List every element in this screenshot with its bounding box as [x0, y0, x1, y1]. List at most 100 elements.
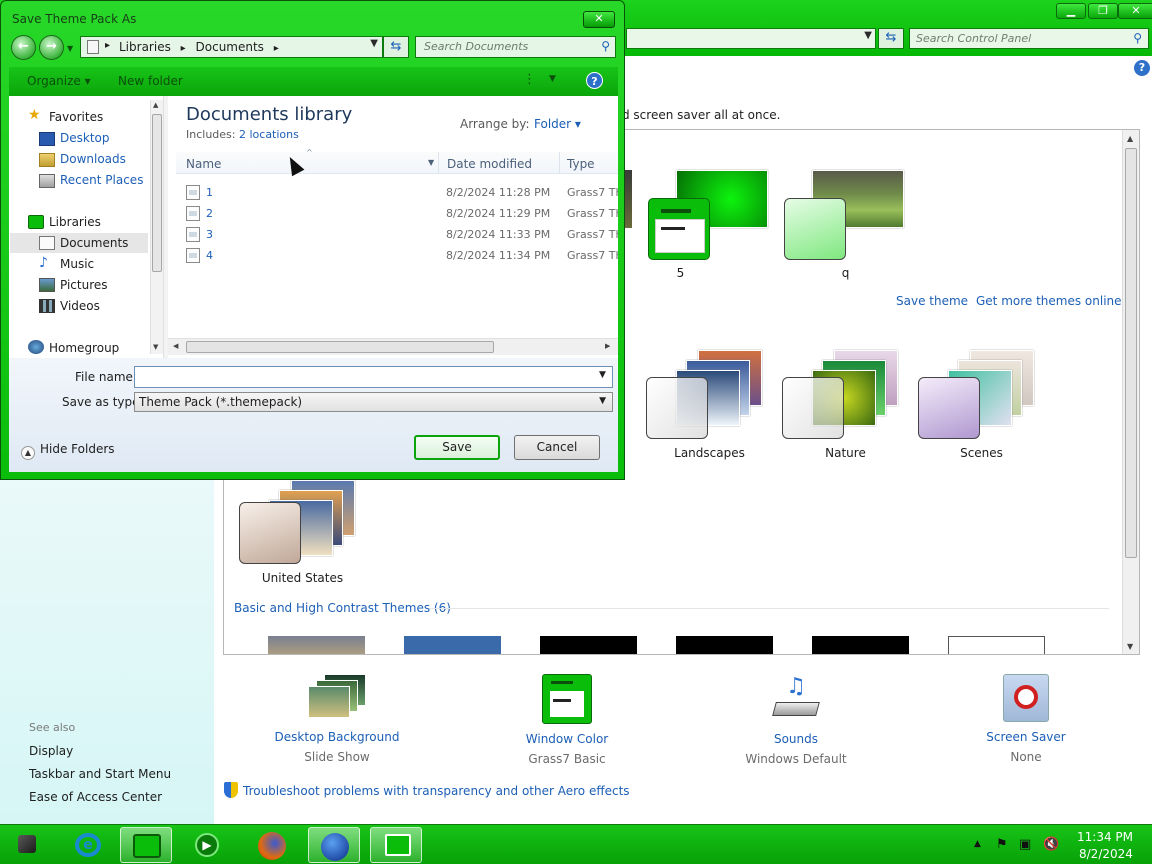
scroll-thumb[interactable]	[1125, 148, 1137, 558]
basic-theme[interactable]	[812, 636, 909, 654]
chevron-down-icon[interactable]: ▼	[599, 396, 606, 406]
internet-explorer-taskbar-button[interactable]: e	[62, 827, 114, 863]
breadcrumb-chevron-icon[interactable]: ▸	[181, 43, 186, 54]
file-row[interactable]: 3 8/2/2024 11:33 PM Grass7 Theme	[178, 224, 618, 244]
ease-of-access-link[interactable]: Ease of Access Center	[29, 790, 162, 804]
column-separator[interactable]	[438, 152, 439, 173]
scroll-left-icon[interactable]: ◀	[173, 342, 178, 350]
chevron-down-icon[interactable]: ▼	[428, 158, 434, 167]
new-folder-button[interactable]: New folder	[118, 74, 183, 88]
type-column-header[interactable]: Type	[567, 157, 595, 171]
display-link[interactable]: Display	[29, 744, 73, 758]
nav-favorites[interactable]: Favorites	[49, 110, 103, 124]
nav-music[interactable]: Music	[60, 257, 94, 271]
scroll-up-icon[interactable]: ▲	[1127, 134, 1133, 143]
maximize-button[interactable]: ❐	[1088, 3, 1118, 19]
nav-downloads[interactable]: Downloads	[60, 152, 126, 166]
chevron-down-icon[interactable]: ▼	[370, 38, 378, 49]
clock-date[interactable]: 8/2/2024	[1079, 847, 1133, 861]
scroll-thumb[interactable]	[152, 114, 162, 272]
scroll-down-icon[interactable]: ▼	[153, 343, 158, 351]
cancel-button[interactable]: Cancel	[514, 435, 600, 460]
theme-5[interactable]: 5	[644, 170, 769, 280]
nav-videos[interactable]: Videos	[60, 299, 100, 313]
help-icon[interactable]: ?	[586, 72, 603, 89]
minimize-button[interactable]: ▁	[1056, 3, 1086, 19]
action-center-flag-icon[interactable]: ⚑	[996, 837, 1008, 852]
search-icon[interactable]: ⚲	[1133, 31, 1142, 45]
file-row[interactable]: 4 8/2/2024 11:34 PM Grass7 Theme	[178, 245, 618, 265]
theme-united-states[interactable]: United States	[239, 470, 364, 585]
volume-muted-icon[interactable]: 🔇	[1043, 837, 1059, 852]
search-input[interactable]: Search Control Panel ⚲	[909, 28, 1149, 49]
basic-theme[interactable]	[404, 636, 501, 654]
window-color-item[interactable]: Window Color Grass7 Basic	[487, 674, 647, 766]
desktop-background-item[interactable]: Desktop Background Slide Show	[257, 674, 417, 764]
file-name-input[interactable]	[134, 366, 613, 388]
nav-homegroup[interactable]: Homegroup	[49, 341, 119, 355]
sounds-link[interactable]: Sounds	[716, 732, 876, 746]
media-player-taskbar-button[interactable]: ▶	[182, 827, 234, 863]
nav-pictures[interactable]: Pictures	[60, 278, 108, 292]
breadcrumb-chevron-icon[interactable]: ▸	[105, 40, 110, 51]
save-theme-link[interactable]: Save theme	[896, 294, 968, 308]
nav-recent-places[interactable]: Recent Places	[60, 173, 143, 187]
personalization-taskbar-button[interactable]	[370, 827, 422, 863]
start-button[interactable]	[6, 829, 46, 861]
help-icon[interactable]: ?	[1134, 60, 1150, 76]
forward-button[interactable]: →	[39, 35, 64, 60]
theme-nature[interactable]: Nature	[782, 340, 907, 460]
name-column-header[interactable]: Name	[186, 157, 221, 171]
refresh-icon[interactable]: ⇆	[383, 36, 409, 58]
arrange-by-dropdown[interactable]: Folder ▾	[534, 117, 581, 131]
screen-saver-item[interactable]: Screen Saver None	[946, 674, 1106, 764]
troubleshoot-link[interactable]: Troubleshoot problems with transparency …	[224, 782, 630, 798]
view-options-icon[interactable]: ⋮	[523, 72, 536, 87]
chevron-down-icon[interactable]: ▼	[549, 74, 556, 84]
date-column-header[interactable]: Date modified	[447, 157, 532, 171]
save-as-type-select[interactable]: Theme Pack (*.themepack) ▼	[134, 392, 613, 412]
basic-theme[interactable]	[540, 636, 637, 654]
nav-libraries[interactable]: Libraries	[49, 215, 101, 229]
organize-button[interactable]: Organize ▾	[27, 74, 91, 88]
theme-scenes[interactable]: Scenes	[918, 340, 1043, 460]
chevron-down-icon[interactable]: ▼	[599, 370, 606, 380]
hide-folders-button[interactable]: ▲ Hide Folders	[21, 442, 115, 460]
basic-theme[interactable]	[268, 636, 365, 654]
network-icon[interactable]: ▣	[1019, 837, 1031, 852]
address-bar[interactable]: ▼	[626, 28, 876, 49]
nav-desktop[interactable]: Desktop	[60, 131, 110, 145]
screen-saver-link[interactable]: Screen Saver	[946, 730, 1106, 744]
breadcrumb-libraries[interactable]: Libraries	[119, 40, 171, 54]
desktop-background-link[interactable]: Desktop Background	[257, 730, 417, 744]
scroll-right-icon[interactable]: ▶	[605, 342, 610, 350]
basic-theme[interactable]	[948, 636, 1045, 654]
taskbar-start-menu-link[interactable]: Taskbar and Start Menu	[29, 767, 171, 781]
sounds-item[interactable]: ♫ Sounds Windows Default	[716, 674, 876, 766]
firefox-taskbar-button[interactable]	[246, 827, 298, 863]
show-hidden-icons-icon[interactable]: ▲	[974, 839, 981, 849]
locations-link[interactable]: 2 locations	[239, 128, 299, 141]
nav-scrollbar[interactable]: ▲ ▼	[150, 100, 163, 354]
search-documents-input[interactable]: Search Documents ⚲	[415, 36, 616, 58]
basic-theme[interactable]	[676, 636, 773, 654]
horizontal-scrollbar[interactable]: ◀ ▶	[168, 338, 618, 355]
column-separator[interactable]	[559, 152, 560, 173]
theme-landscapes[interactable]: Landscapes	[646, 340, 771, 460]
recent-pages-chevron-icon[interactable]: ▼	[67, 44, 73, 53]
back-button[interactable]: ←	[11, 35, 36, 60]
close-button[interactable]: ✕	[1118, 3, 1152, 19]
vertical-scrollbar[interactable]: ▲ ▼	[1122, 130, 1139, 654]
control-panel-taskbar-button[interactable]	[120, 827, 172, 863]
file-row[interactable]: 1 8/2/2024 11:28 PM Grass7 Theme	[178, 182, 618, 202]
nav-documents[interactable]: Documents	[60, 236, 128, 250]
search-icon[interactable]: ⚲	[601, 39, 610, 53]
clock-time[interactable]: 11:34 PM	[1077, 830, 1133, 844]
theme-q[interactable]: q	[782, 170, 907, 280]
scroll-down-icon[interactable]: ▼	[1127, 642, 1133, 651]
get-more-themes-link[interactable]: Get more themes online	[976, 294, 1122, 308]
file-row[interactable]: 2 8/2/2024 11:29 PM Grass7 Theme	[178, 203, 618, 223]
save-button[interactable]: Save	[414, 435, 500, 460]
breadcrumb-chevron-icon[interactable]: ▸	[274, 43, 279, 54]
chevron-down-icon[interactable]: ▼	[864, 30, 872, 41]
